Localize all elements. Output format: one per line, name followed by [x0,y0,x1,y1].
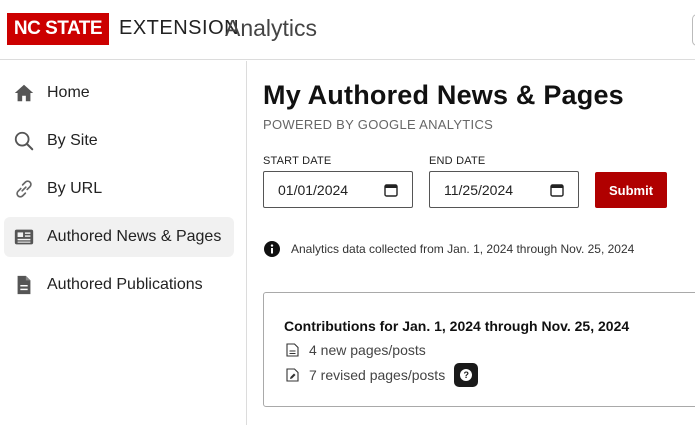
start-date-label: START DATE [263,155,332,167]
help-button[interactable]: ? [454,363,479,387]
brand-analytics-text: Analytics [225,15,318,41]
document-lines-icon [286,343,299,357]
revised-pages-row: 7 revised pages/posts ? [286,363,479,387]
new-pages-row: 4 new pages/posts [286,342,426,358]
sidebar-item-by-site[interactable]: By Site [4,121,234,161]
newspaper-icon [12,225,36,249]
contributions-title: Contributions for Jan. 1, 2024 through N… [284,318,630,334]
sidebar-item-label: By URL [47,180,103,197]
sidebar-item-authored-publications[interactable]: Authored Publications [4,265,234,305]
sidebar-item-authored-news-pages[interactable]: Authored News & Pages [4,217,234,257]
start-date-input[interactable]: 01/01/2024 [263,171,413,208]
end-date-label: END DATE [429,155,486,167]
info-icon [264,241,280,257]
sidebar: Home By Site By URL Authored News & Page… [0,61,247,425]
main-content: My Authored News & Pages POWERED BY GOOG… [247,61,695,425]
new-pages-text: 4 new pages/posts [309,342,426,358]
search-icon [12,129,36,153]
revised-pages-text: 7 revised pages/posts [309,367,446,383]
sidebar-item-label: By Site [47,132,98,149]
sidebar-item-label: Authored Publications [47,276,203,293]
contributions-card: Contributions for Jan. 1, 2024 through N… [263,292,695,407]
end-date-value: 11/25/2024 [444,181,514,198]
sidebar-item-label: Authored News & Pages [47,228,222,245]
calendar-icon[interactable] [384,183,398,197]
submit-button[interactable]: Submit [595,172,667,208]
start-date-value: 01/01/2024 [278,181,349,198]
info-text: Analytics data collected from Jan. 1, 20… [291,242,635,256]
sidebar-item-home[interactable]: Home [4,73,234,113]
document-edit-icon [286,368,299,382]
end-date-input[interactable]: 11/25/2024 [429,171,579,208]
sidebar-item-by-url[interactable]: By URL [4,169,234,209]
document-icon [12,273,36,297]
nc-state-logo[interactable]: NC STATE [7,13,109,45]
page-subtitle: POWERED BY GOOGLE ANALYTICS [263,117,494,132]
brand-extension-text: EXTENSION [119,17,240,39]
calendar-icon[interactable] [550,183,564,197]
home-icon [12,81,36,105]
sidebar-item-label: Home [47,84,90,101]
info-message: Analytics data collected from Jan. 1, 20… [264,241,634,257]
page-title: My Authored News & Pages [263,80,624,110]
question-icon: ? [460,369,473,381]
app-header: NC STATE EXTENSION Analytics [0,0,695,60]
link-icon [12,177,36,201]
